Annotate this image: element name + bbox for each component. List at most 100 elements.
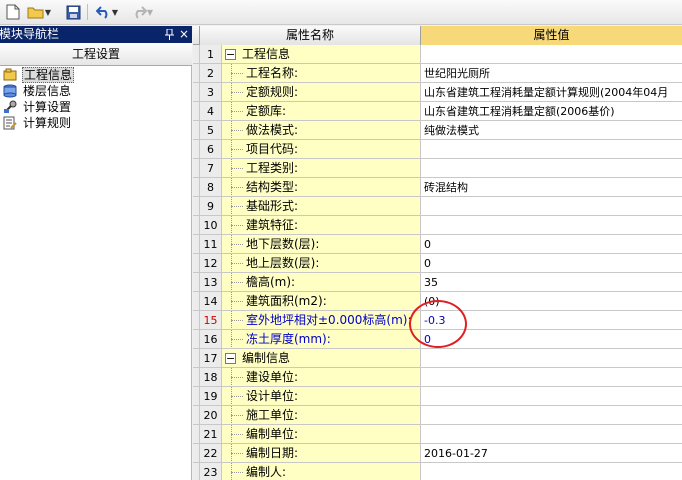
property-value-cell[interactable] [421,45,682,64]
nav-item-floor-info[interactable]: 楼层信息 [0,83,192,99]
property-name-cell[interactable]: 编制单位: [222,425,421,444]
property-value-cell[interactable] [421,159,682,178]
chevron-down-icon[interactable]: ▼ [45,8,51,17]
property-value-cell[interactable] [421,140,682,159]
table-row[interactable]: 21 编制单位: [193,425,682,444]
property-value-cell[interactable] [421,349,682,368]
property-name-cell[interactable]: 定额规则: [222,83,421,102]
property-value-cell[interactable]: 砖混结构 [421,178,682,197]
property-name-cell[interactable]: 设计单位: [222,387,421,406]
property-name-cell[interactable]: 施工单位: [222,406,421,425]
property-name-cell[interactable]: − 工程信息 [222,45,421,64]
table-row[interactable]: 7 工程类别: [193,159,682,178]
column-header-name[interactable]: 属性名称 [200,26,421,45]
property-value-cell[interactable] [421,368,682,387]
property-value-cell[interactable]: 山东省建筑工程消耗量定额计算规则(2004年04月 [421,83,682,102]
property-value-cell[interactable]: 2016-01-27 [421,444,682,463]
tab-project-settings[interactable]: 工程设置 [0,43,192,66]
property-name-cell[interactable]: 结构类型: [222,178,421,197]
property-name-cell[interactable]: 编制人: [222,463,421,480]
grid-header: 属性名称 属性值 [193,26,682,45]
nav-item-calc-rules[interactable]: 计算规则 [0,115,192,131]
table-row[interactable]: 8 结构类型: 砖混结构 [193,178,682,197]
table-row[interactable]: 20 施工单位: [193,406,682,425]
property-value-cell[interactable] [421,216,682,235]
property-value-cell[interactable] [421,197,682,216]
open-folder-icon[interactable]: ▼ [26,3,52,21]
property-value-cell[interactable] [421,387,682,406]
property-name-cell[interactable]: 建筑面积(m2): [222,292,421,311]
property-value-cell[interactable] [421,425,682,444]
property-name-cell[interactable]: 定额库: [222,102,421,121]
property-name-cell[interactable]: 室外地坪相对±0.000标高(m): [222,311,421,330]
table-row[interactable]: 19 设计单位: [193,387,682,406]
property-label: 地下层数(层): [246,237,320,251]
table-row[interactable]: 18 建设单位: [193,368,682,387]
property-value-cell[interactable]: 0 [421,330,682,349]
property-value-cell[interactable] [421,406,682,425]
row-number: 17 [200,349,222,368]
tree-line [231,111,243,112]
collapse-icon[interactable]: − [225,353,236,364]
property-name-cell[interactable]: − 编制信息 [222,349,421,368]
table-row[interactable]: 5 做法模式: 纯做法模式 [193,121,682,140]
property-label: 地上层数(层): [246,256,320,270]
table-row[interactable]: 2 工程名称: 世纪阳光厕所 [193,64,682,83]
property-name-cell[interactable]: 做法模式: [222,121,421,140]
column-header-value[interactable]: 属性值 [421,26,682,45]
collapse-icon[interactable]: − [225,49,236,60]
table-row[interactable]: 16 冻土厚度(mm): 0 [193,330,682,349]
row-number: 5 [200,121,222,140]
property-name-cell[interactable]: 冻土厚度(mm): [222,330,421,349]
undo-icon[interactable]: ▼ [93,3,121,21]
property-name-cell[interactable]: 地上层数(层): [222,254,421,273]
new-file-icon[interactable] [4,3,22,21]
property-name-cell[interactable]: 建筑特征: [222,216,421,235]
tree-line [231,282,243,283]
property-value-cell[interactable]: -0.3 [421,311,682,330]
table-row[interactable]: 15 室外地坪相对±0.000标高(m): -0.3 [193,311,682,330]
table-row-group[interactable]: 17− 编制信息 [193,349,682,368]
save-icon[interactable] [64,3,82,21]
property-value-cell[interactable]: 0 [421,254,682,273]
chevron-down-icon[interactable]: ▼ [112,8,118,17]
property-name-cell[interactable]: 地下层数(层): [222,235,421,254]
property-label: 结构类型: [246,180,299,194]
property-name-cell[interactable]: 编制日期: [222,444,421,463]
property-value-cell[interactable]: 纯做法模式 [421,121,682,140]
property-name-cell[interactable]: 基础形式: [222,197,421,216]
table-row[interactable]: 11 地下层数(层): 0 [193,235,682,254]
property-value-cell[interactable]: 35 [421,273,682,292]
property-value-cell[interactable]: 世纪阳光厕所 [421,64,682,83]
table-row-group[interactable]: 1− 工程信息 [193,45,682,64]
tree-line [231,187,243,188]
close-icon[interactable]: × [178,26,190,43]
row-indicator [193,216,200,235]
table-row[interactable]: 14 建筑面积(m2): (0) [193,292,682,311]
table-row[interactable]: 13 檐高(m): 35 [193,273,682,292]
table-row[interactable]: 4 定额库: 山东省建筑工程消耗量定额(2006基价) [193,102,682,121]
property-value-cell[interactable]: (0) [421,292,682,311]
property-name-cell[interactable]: 檐高(m): [222,273,421,292]
property-label: 施工单位: [246,408,299,422]
property-value-cell[interactable] [421,463,682,480]
property-name-cell[interactable]: 项目代码: [222,140,421,159]
row-indicator [193,83,200,102]
nav-item-calc-settings[interactable]: 计算设置 [0,99,192,115]
property-name-cell[interactable]: 建设单位: [222,368,421,387]
table-row[interactable]: 6 项目代码: [193,140,682,159]
nav-item-project-info[interactable]: 工程信息 [0,67,192,83]
table-row[interactable]: 3 定额规则: 山东省建筑工程消耗量定额计算规则(2004年04月 [193,83,682,102]
property-label: 工程类别: [246,161,299,175]
row-indicator [193,159,200,178]
table-row[interactable]: 22 编制日期: 2016-01-27 [193,444,682,463]
table-row[interactable]: 23 编制人: [193,463,682,480]
table-row[interactable]: 10 建筑特征: [193,216,682,235]
property-value-cell[interactable]: 山东省建筑工程消耗量定额(2006基价) [421,102,682,121]
table-row[interactable]: 12 地上层数(层): 0 [193,254,682,273]
property-value-cell[interactable]: 0 [421,235,682,254]
property-name-cell[interactable]: 工程类别: [222,159,421,178]
property-name-cell[interactable]: 工程名称: [222,64,421,83]
redo-icon[interactable]: ▼ [126,3,158,21]
table-row[interactable]: 9 基础形式: [193,197,682,216]
